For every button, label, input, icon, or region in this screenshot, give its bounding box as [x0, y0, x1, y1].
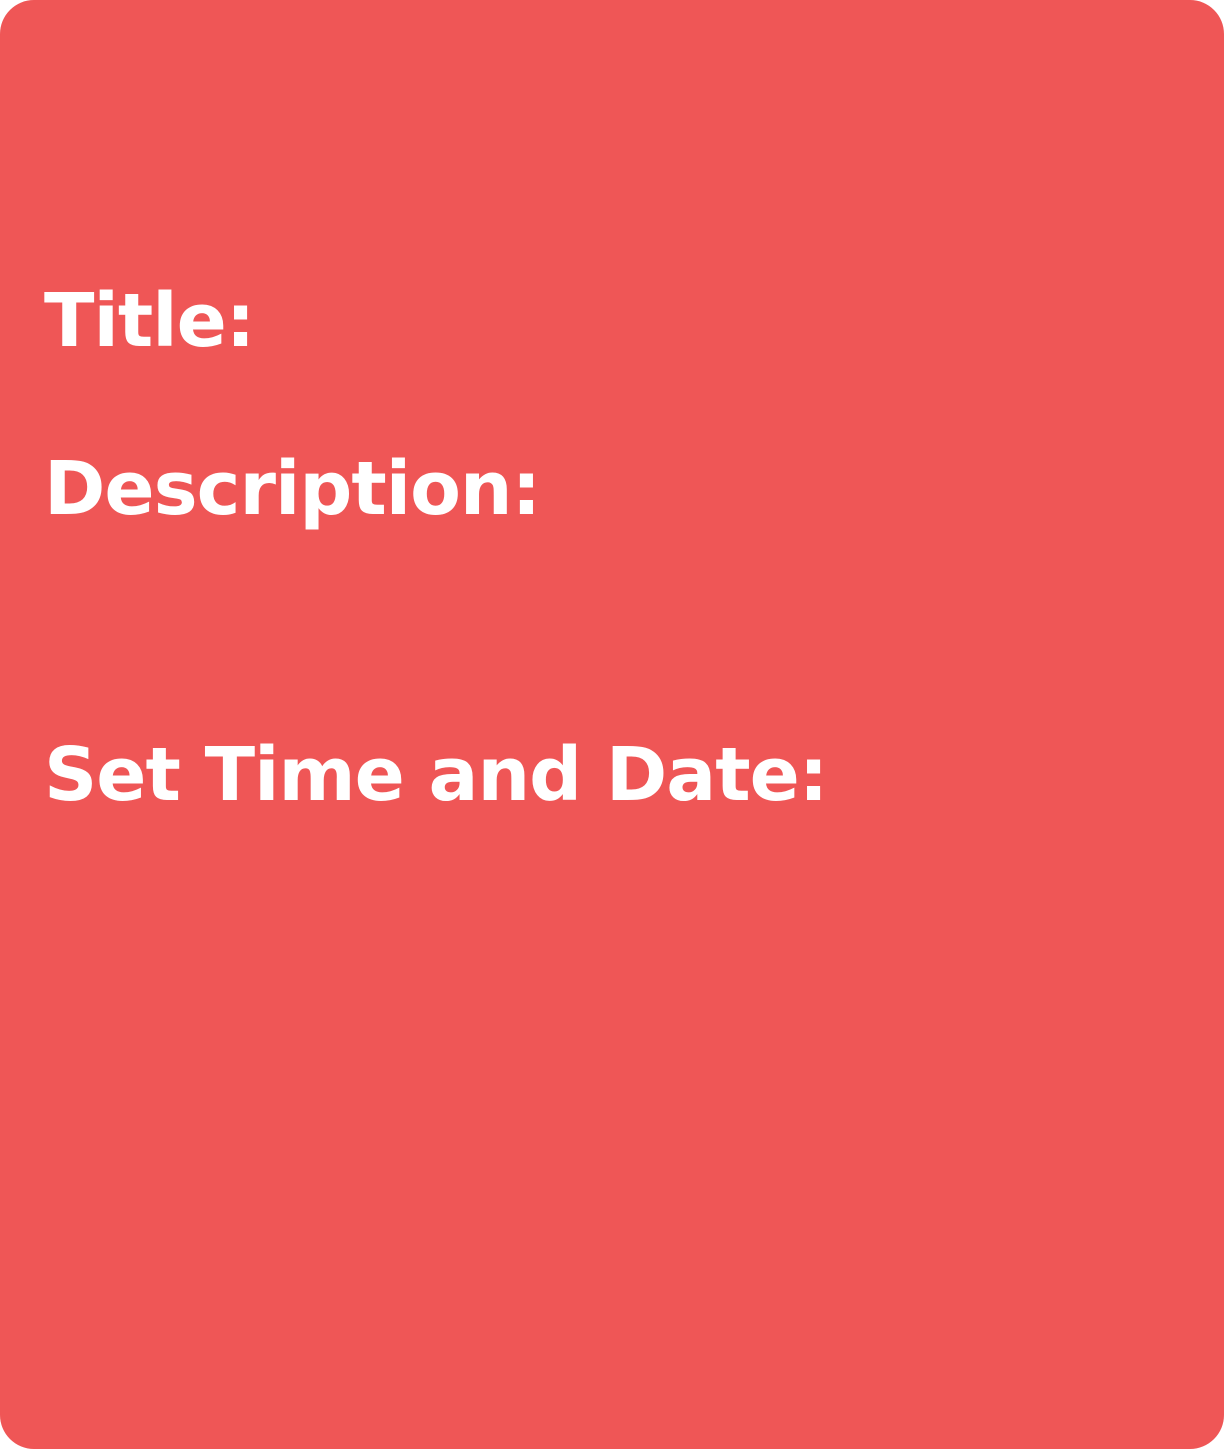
title-label: Title: [44, 278, 255, 364]
description-label: Description: [44, 446, 541, 532]
datetime-label: Set Time and Date: [44, 732, 828, 818]
event-form-card: Title: Description: Set Time and Date: [0, 0, 1224, 1449]
